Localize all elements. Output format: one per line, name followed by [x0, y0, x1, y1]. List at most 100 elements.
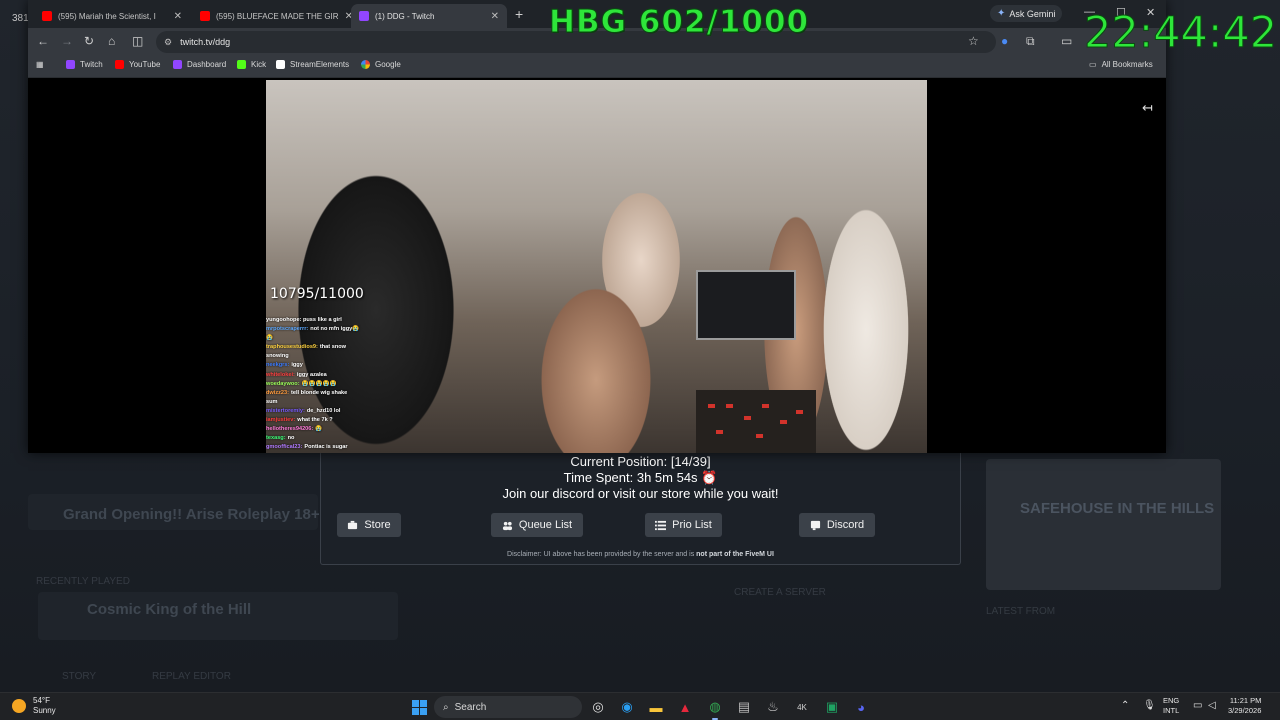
- taskbar-search[interactable]: ⌕ Search: [434, 696, 582, 718]
- tray-chevron-icon[interactable]: ⌃: [1121, 700, 1129, 711]
- bookmark-twitch[interactable]: Twitch: [66, 60, 103, 69]
- chat-username: mistertoremiy:: [266, 407, 305, 414]
- create-server-label[interactable]: CREATE A SERVER: [734, 587, 826, 598]
- close-icon[interactable]: ✕: [491, 11, 499, 22]
- queue-panel: Current Position: [14/39] Time Spent: 3h…: [320, 452, 961, 565]
- weather-temp: 54°F: [33, 696, 50, 705]
- excel-icon[interactable]: ▣: [822, 697, 842, 717]
- new-tab-button[interactable]: +: [515, 6, 523, 22]
- chat-username: whitelokei:: [266, 371, 295, 378]
- chat-message: 😭: [266, 334, 396, 343]
- steam-icon[interactable]: ♨: [763, 697, 783, 717]
- chat-username: mrpotscraperrr:: [266, 326, 309, 333]
- 4k-icon[interactable]: 4K: [792, 697, 812, 717]
- chat-text: snowing: [266, 353, 289, 360]
- collapse-chat-icon[interactable]: ↤: [1142, 100, 1153, 116]
- network-icon[interactable]: ▭: [1193, 700, 1202, 711]
- extension-icon[interactable]: ●: [1001, 34, 1008, 48]
- volume-icon[interactable]: ◁: [1208, 700, 1216, 711]
- chat-text: 😭😭😭😭😭: [301, 380, 337, 387]
- tab-mariah[interactable]: (595) Mariah the Scientist, I ✕: [34, 4, 190, 28]
- extensions-puzzle-icon[interactable]: ⧉: [1026, 34, 1035, 49]
- video-scene-panel: [696, 390, 816, 453]
- disclaimer-text: Disclaimer: UI above has been provided b…: [507, 551, 697, 558]
- file-explorer-icon[interactable]: ▬: [646, 697, 666, 717]
- edge-icon[interactable]: ◉: [617, 697, 637, 717]
- windows-taskbar: 54°F Sunny ⌕ Search ◎ ◉ ▬ ▲ ◍ ▤ ♨ 4K ▣ ◕ …: [0, 692, 1280, 720]
- queue-list-button[interactable]: Queue List: [491, 513, 583, 537]
- side-panel-icon[interactable]: ◫: [132, 34, 143, 48]
- chat-text: sum: [266, 398, 278, 405]
- news-banner[interactable]: [986, 459, 1221, 590]
- twitch-icon: [173, 60, 182, 69]
- language-indicator[interactable]: ENG INTL: [1163, 696, 1179, 716]
- chat-message: neekgrs: iggy: [266, 361, 396, 370]
- chat-username: gmooffical23:: [266, 444, 303, 451]
- prio-list-button[interactable]: Prio List: [645, 513, 722, 537]
- reload-icon[interactable]: ↻: [84, 34, 94, 48]
- search-label: Search: [454, 701, 487, 713]
- bookmark-label: Kick: [251, 60, 267, 69]
- chat-message: dwizz23: tell blonde wig shake: [266, 389, 396, 398]
- home-icon[interactable]: ⌂: [108, 34, 115, 48]
- chat-username: woedaywoo:: [266, 380, 300, 387]
- adobe-icon[interactable]: ▲: [675, 697, 695, 717]
- tab-blueface[interactable]: (595) BLUEFACE MADE THE GIR ✕: [192, 4, 353, 28]
- forward-icon[interactable]: →: [61, 34, 73, 48]
- chat-message: yungoohope: puss like a girl: [266, 316, 396, 325]
- bookmark-kick[interactable]: Kick: [237, 60, 266, 69]
- queue-position: Current Position: [14/39]: [570, 454, 711, 469]
- chat-username: traphousestudios9:: [266, 344, 318, 351]
- discord-button-label: Discord: [826, 519, 865, 531]
- bookmark-google[interactable]: Google: [361, 60, 401, 69]
- recent-server-title[interactable]: Cosmic King of the Hill: [87, 601, 251, 618]
- all-bookmarks[interactable]: ▭ All Bookmarks: [1089, 60, 1153, 69]
- stream-video[interactable]: 10795/11000 yungoohope: puss like a girl…: [266, 80, 927, 453]
- replay-editor-tab[interactable]: REPLAY EDITOR: [152, 671, 231, 682]
- tab-ddg-twitch[interactable]: (1) DDG - Twitch ✕: [351, 4, 507, 28]
- cast-icon[interactable]: ▭: [1061, 34, 1072, 48]
- clock-date[interactable]: 11:21 PM 3/29/2026: [1228, 696, 1261, 716]
- site-info-icon[interactable]: ⚙: [164, 37, 172, 48]
- chat-username: iamjustiev:: [266, 417, 296, 424]
- bookmark-star-icon[interactable]: ☆: [968, 34, 979, 48]
- story-tab[interactable]: STORY: [62, 671, 96, 682]
- chrome-icon[interactable]: ◍: [705, 697, 725, 720]
- back-icon[interactable]: ←: [37, 34, 49, 48]
- close-icon[interactable]: ✕: [174, 11, 182, 22]
- twitch-icon: [66, 60, 75, 69]
- weather-widget[interactable]: 54°F Sunny: [12, 696, 56, 716]
- disclaimer-bold: not part of the FiveM UI: [696, 551, 774, 558]
- discord-button[interactable]: Discord: [799, 513, 875, 537]
- twitch-player[interactable]: 10795/11000 yungoohope: puss like a girl…: [28, 80, 1166, 453]
- streamelements-icon: [276, 60, 285, 69]
- chat-text: de_hzd10 lol: [306, 407, 341, 414]
- microphone-icon[interactable]: 🎙: [1143, 700, 1156, 711]
- chat-text: tell blonde wig shake: [291, 389, 348, 396]
- app-icon[interactable]: ▤: [734, 697, 754, 717]
- chat-message: iamjustiev: what the 7k ?: [266, 416, 396, 425]
- apps-grid-icon[interactable]: ▦: [36, 60, 44, 69]
- server-title[interactable]: Grand Opening!! Arise Roleplay 18+: [63, 506, 320, 523]
- store-button[interactable]: Store: [337, 513, 401, 537]
- chat-message: gmooffical23: Pontiac is sugar: [266, 443, 396, 452]
- discord-taskbar-icon[interactable]: ◕: [851, 697, 871, 717]
- hbg-counter: HBG 602/1000: [548, 4, 810, 41]
- bookmark-youtube[interactable]: YouTube: [115, 60, 160, 69]
- bookmark-dashboard[interactable]: Dashboard: [173, 60, 226, 69]
- start-button[interactable]: [409, 697, 429, 717]
- disclaimer: Disclaimer: UI above has been provided b…: [321, 551, 960, 558]
- copilot-icon[interactable]: ◎: [588, 697, 608, 717]
- sun-icon: [12, 699, 26, 713]
- chat-message: mistertoremiy: de_hzd10 lol: [266, 407, 396, 416]
- chat-text: not no mfn iggy😭: [310, 326, 360, 333]
- chat-message: traphousestudios9: that snow: [266, 343, 396, 352]
- prio-list-label: Prio List: [672, 519, 712, 531]
- url-text[interactable]: twitch.tv/ddg: [180, 37, 230, 47]
- news-banner-text: SAFEHOUSE IN THE HILLS: [1020, 500, 1215, 517]
- weather-desc: Sunny: [33, 706, 56, 715]
- bookmark-streamelements[interactable]: StreamElements: [276, 60, 349, 69]
- chat-username: texasg:: [266, 435, 286, 442]
- ask-gemini-button[interactable]: ✦ Ask Gemini: [990, 5, 1063, 22]
- google-icon: [361, 60, 370, 69]
